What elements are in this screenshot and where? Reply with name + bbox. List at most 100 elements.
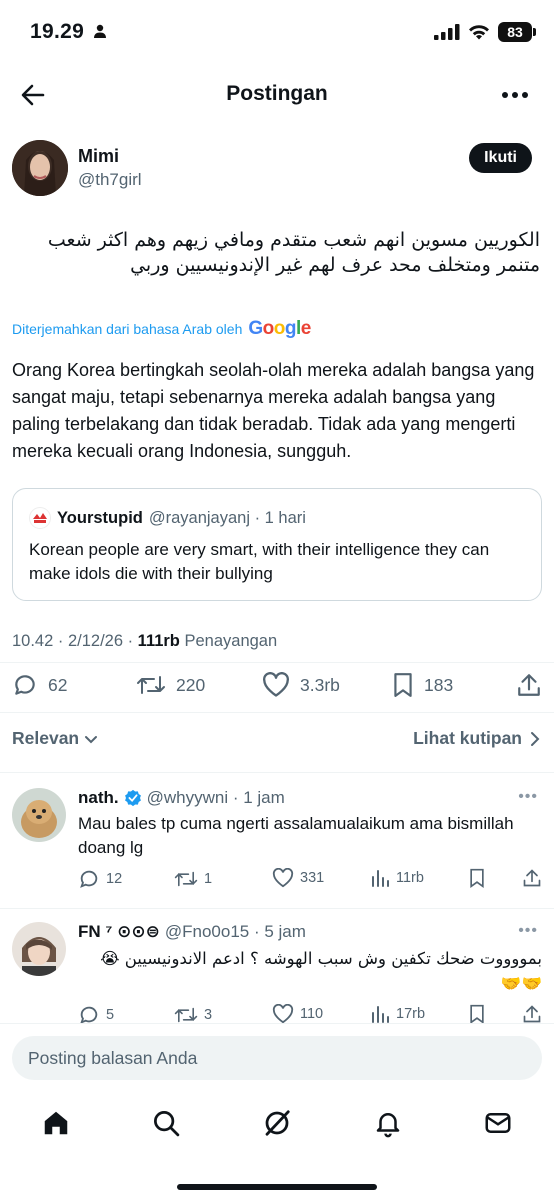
views-button[interactable]: 11rb <box>370 868 424 888</box>
views-count: 11rb <box>396 870 424 886</box>
home-indicator <box>177 1184 377 1190</box>
divider <box>0 712 554 713</box>
status-time: 19.29 <box>30 20 85 43</box>
view-quotes-label: Lihat kutipan <box>413 728 522 748</box>
share-icon <box>523 1005 541 1023</box>
share-button[interactable] <box>522 1004 542 1024</box>
author-handle[interactable]: @th7girl <box>78 170 142 190</box>
bookmark-count: 183 <box>424 674 454 695</box>
translation-attribution: Diterjemahkan dari bahasa Arab oleh Goog… <box>12 318 311 340</box>
avatar[interactable] <box>12 922 66 976</box>
reply-author-name[interactable]: FN ⁷ ⊙⊙⊜ <box>78 922 160 942</box>
reply-item[interactable]: FN ⁷ ⊙⊙⊜ @Fno0o15 · 5 jam ••• بمووووت ضح… <box>12 922 542 1024</box>
repost-count: 1 <box>204 871 213 887</box>
post-meta: 10.42 · 2/12/26 · 111rb Penayangan <box>12 632 277 651</box>
view-quotes-link[interactable]: Lihat kutipan <box>413 728 542 749</box>
divider <box>0 908 554 909</box>
quoted-avatar <box>29 507 51 529</box>
notifications-icon <box>376 1113 400 1138</box>
reply-count: 5 <box>106 1007 115 1023</box>
views-icon <box>372 870 389 887</box>
quoted-author-name: Yourstupid <box>57 508 143 527</box>
bookmark-button[interactable]: 183 <box>392 672 453 698</box>
like-button[interactable]: 331 <box>272 868 324 888</box>
signal-icon <box>434 24 460 40</box>
bottom-nav <box>0 1095 554 1200</box>
person-icon <box>94 24 106 38</box>
reply-composer: Posting balasan Anda <box>0 1023 554 1095</box>
bookmark-button[interactable] <box>468 868 486 888</box>
reply-count: 62 <box>48 674 68 695</box>
like-icon <box>272 1004 294 1024</box>
reply-button[interactable]: 12 <box>78 868 122 890</box>
messages-icon <box>485 1113 511 1133</box>
post-original-text: الكوريين مسوين انهم شعب متقدم ومافي زيهم… <box>47 229 540 276</box>
like-button[interactable]: 110 <box>272 1004 323 1024</box>
quoted-post[interactable]: Yourstupid @rayanjayanj · 1 hari Korean … <box>12 488 542 601</box>
status-bar: 19.29 83 <box>0 0 554 66</box>
sort-label: Relevan <box>12 728 80 748</box>
repost-button[interactable]: 1 <box>174 868 212 890</box>
reply-actions: 12 1 331 11rb <box>78 868 542 890</box>
reply-sort-bar: Relevan Lihat kutipan <box>12 728 542 756</box>
repost-count: 220 <box>176 674 206 695</box>
chevron-down-icon <box>85 735 98 743</box>
repost-icon <box>174 871 198 887</box>
reply-meta: @whyywni · 1 jam <box>146 788 285 807</box>
tab-home[interactable] <box>36 1103 76 1143</box>
share-button[interactable] <box>516 672 542 698</box>
reply-count: 12 <box>106 871 123 887</box>
like-button[interactable]: 3.3rb <box>262 672 340 698</box>
top-bar: Postingan <box>0 70 554 120</box>
avatar[interactable] <box>12 140 68 196</box>
like-count: 331 <box>300 870 325 886</box>
translation-label: Diterjemahkan dari bahasa Arab oleh <box>12 321 243 337</box>
wifi-icon <box>469 25 489 40</box>
views-label: Penayangan <box>184 632 278 650</box>
reply-item[interactable]: nath. @whyywni · 1 jam ••• Mau bales tp … <box>12 788 542 898</box>
search-icon <box>154 1111 180 1137</box>
more-icon[interactable]: ••• <box>518 788 538 806</box>
author-name[interactable]: Mimi <box>78 146 119 167</box>
divider <box>0 662 554 663</box>
share-button[interactable] <box>522 868 542 888</box>
more-icon[interactable] <box>502 83 528 107</box>
quoted-author-meta: @rayanjayanj · 1 hari <box>148 508 306 527</box>
views-count: 17rb <box>396 1006 426 1022</box>
bookmark-icon <box>470 868 484 888</box>
reply-input[interactable]: Posting balasan Anda <box>12 1036 542 1080</box>
reply-icon <box>15 675 35 695</box>
post-translated-text: Orang Korea bertingkah seolah-olah merek… <box>12 360 535 461</box>
share-icon <box>518 674 540 696</box>
sort-dropdown[interactable]: Relevan <box>12 728 99 749</box>
views-button[interactable]: 17rb <box>370 1004 425 1024</box>
repost-icon <box>137 676 165 694</box>
bookmark-icon <box>394 673 412 697</box>
avatar[interactable] <box>12 788 66 842</box>
more-icon[interactable]: ••• <box>518 922 538 940</box>
tab-search[interactable] <box>146 1103 186 1143</box>
battery-indicator: 83 <box>498 22 536 42</box>
tab-notifications[interactable] <box>368 1103 408 1143</box>
like-count: 3.3rb <box>300 674 340 695</box>
quoted-text: Korean people are very smart, with their… <box>29 540 490 583</box>
battery-level: 83 <box>507 24 523 40</box>
like-count: 110 <box>300 1006 324 1022</box>
follow-button[interactable]: Ikuti <box>469 143 532 173</box>
like-icon <box>263 672 289 697</box>
bookmark-button[interactable] <box>468 1004 486 1024</box>
tab-messages[interactable] <box>478 1103 518 1143</box>
reply-author-name[interactable]: nath. <box>78 788 119 808</box>
reply-text: Mau bales tp cuma ngerti assalamualaikum… <box>78 814 514 857</box>
tab-grok[interactable] <box>257 1103 297 1143</box>
home-icon <box>44 1111 68 1135</box>
repost-button[interactable]: 220 <box>136 672 205 698</box>
grok-icon <box>265 1110 290 1136</box>
divider <box>0 772 554 773</box>
like-icon <box>272 868 294 888</box>
page-title: Postingan <box>226 82 328 105</box>
repost-count: 3 <box>204 1007 213 1023</box>
bookmark-icon <box>470 1004 484 1024</box>
share-icon <box>523 869 541 887</box>
reply-button[interactable]: 62 <box>12 672 67 698</box>
